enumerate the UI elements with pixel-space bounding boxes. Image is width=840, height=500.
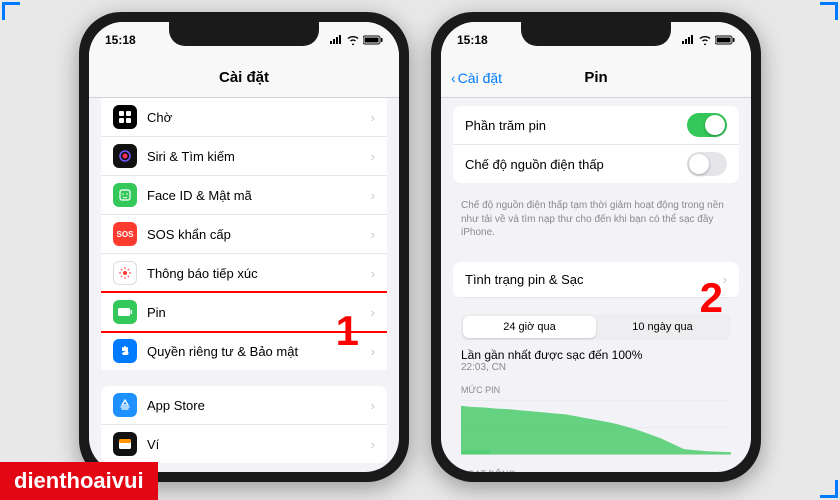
- chevron-right-icon: ›: [371, 437, 375, 452]
- toggle-low-power[interactable]: [687, 152, 727, 176]
- status-time: 15:18: [457, 33, 488, 47]
- settings-row-standby[interactable]: Chờ ›: [101, 98, 387, 137]
- settings-row-siri[interactable]: Siri & Tìm kiếm ›: [101, 137, 387, 176]
- faceid-icon: [113, 183, 137, 207]
- chevron-right-icon: ›: [723, 272, 727, 287]
- row-low-power[interactable]: Chế độ nguồn điện thấp: [453, 145, 739, 183]
- row-label: SOS khẩn cấp: [147, 227, 371, 242]
- settings-row-sos[interactable]: SOS SOS khẩn cấp ›: [101, 215, 387, 254]
- footer-text: Chế độ nguồn điện thấp tạm thời giảm hoạ…: [441, 199, 751, 250]
- chevron-right-icon: ›: [371, 344, 375, 359]
- chart-battery-level: [461, 398, 731, 458]
- row-label: Tình trạng pin & Sạc: [465, 272, 723, 287]
- row-label: Thông báo tiếp xúc: [147, 266, 371, 281]
- chevron-right-icon: ›: [371, 266, 375, 281]
- notch: [169, 22, 319, 46]
- page-title: Cài đặt: [219, 69, 269, 86]
- settings-row-wallet[interactable]: Ví ›: [101, 425, 387, 463]
- row-label: Face ID & Mật mã: [147, 188, 371, 203]
- step-number-2: 2: [700, 274, 723, 322]
- status-time: 15:18: [105, 33, 136, 47]
- page-title: Pin: [584, 69, 607, 86]
- chart-battery-label: MỨC PIN: [461, 385, 731, 395]
- navbar: Cài đặt: [89, 58, 399, 98]
- last-charge-time: 22:03, CN: [441, 362, 751, 379]
- row-label: Chế độ nguồn điện thấp: [465, 157, 687, 172]
- settings-row-faceid[interactable]: Face ID & Mật mã ›: [101, 176, 387, 215]
- chart-activity-label: HOẠT ĐỘNG: [461, 469, 731, 473]
- chevron-right-icon: ›: [371, 227, 375, 242]
- row-battery-health[interactable]: Tình trạng pin & Sạc ›: [453, 262, 739, 298]
- siri-icon: [113, 144, 137, 168]
- seg-24h[interactable]: 24 giờ qua: [463, 316, 596, 338]
- settings-row-appstore[interactable]: App Store ›: [101, 386, 387, 425]
- settings-row-exposure[interactable]: Thông báo tiếp xúc ›: [101, 254, 387, 293]
- back-button[interactable]: ‹ Cài đặt: [451, 70, 502, 86]
- appstore-icon: [113, 393, 137, 417]
- corner-mark: [820, 2, 838, 20]
- grid-icon: [113, 105, 137, 129]
- navbar: ‹ Cài đặt Pin: [441, 58, 751, 98]
- last-charge-label: Lần gần nhất được sạc đến 100%: [441, 348, 751, 362]
- row-label: Phần trăm pin: [465, 118, 687, 133]
- chevron-right-icon: ›: [371, 188, 375, 203]
- row-label: Siri & Tìm kiếm: [147, 149, 371, 164]
- phone-left: 15:18 Cài đặt Chờ ›: [79, 12, 409, 482]
- status-icons: [329, 35, 383, 45]
- step-number-1: 1: [336, 307, 359, 355]
- phone-right: 15:18 ‹ Cài đặt Pin Phần trăm pin: [431, 12, 761, 482]
- segmented-control[interactable]: 24 giờ qua 10 ngày qua: [461, 314, 731, 340]
- chevron-right-icon: ›: [371, 149, 375, 164]
- corner-mark: [2, 2, 20, 20]
- status-icons: [681, 35, 735, 45]
- wallet-icon: [113, 432, 137, 456]
- battery-icon: [113, 300, 137, 324]
- chevron-right-icon: ›: [371, 110, 375, 125]
- back-label: Cài đặt: [458, 70, 502, 86]
- row-label: Chờ: [147, 110, 371, 125]
- chevron-right-icon: ›: [371, 305, 375, 320]
- toggle-battery-percent[interactable]: [687, 113, 727, 137]
- chevron-right-icon: ›: [371, 398, 375, 413]
- sos-icon: SOS: [113, 222, 137, 246]
- exposure-icon: [113, 261, 137, 285]
- hand-icon: [113, 339, 137, 363]
- row-battery-percent[interactable]: Phần trăm pin: [453, 106, 739, 145]
- row-label: Ví: [147, 437, 371, 452]
- row-label: App Store: [147, 398, 371, 413]
- watermark: dienthoaivui: [0, 462, 158, 500]
- chevron-left-icon: ‹: [451, 70, 456, 86]
- notch: [521, 22, 671, 46]
- corner-mark: [820, 480, 838, 498]
